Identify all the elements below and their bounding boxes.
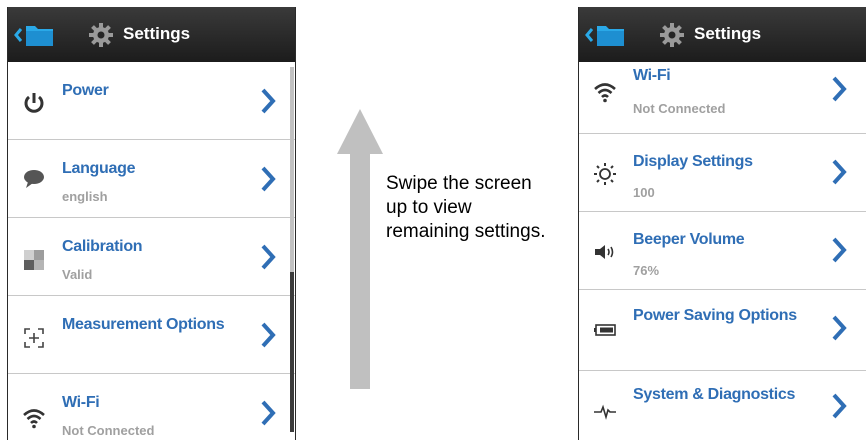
- chevron-right-icon: [260, 88, 276, 114]
- power-icon: [22, 91, 46, 115]
- settings-item-wifi[interactable]: Wi-Fi Not Connected: [579, 54, 866, 134]
- back-folder-icon: [585, 26, 624, 46]
- scrollbar[interactable]: [290, 67, 294, 432]
- back-folder-button[interactable]: [585, 21, 629, 49]
- settings-item-value: 76%: [633, 263, 660, 278]
- gear-icon: [88, 22, 114, 48]
- settings-item-label: Power: [62, 82, 109, 99]
- chevron-right-icon: [260, 400, 276, 426]
- settings-item-value: 100: [633, 185, 655, 200]
- back-folder-button[interactable]: [14, 21, 58, 49]
- brightness-icon: [593, 162, 617, 186]
- scrollbar-track-upper: [290, 67, 294, 272]
- chevron-right-icon: [831, 393, 847, 419]
- settings-item-label: Display Settings: [633, 153, 753, 170]
- settings-item-label: Language: [62, 160, 136, 177]
- settings-item-system-diagnostics[interactable]: System & Diagnostics: [579, 371, 866, 440]
- settings-item-value: Not Connected: [633, 101, 726, 116]
- settings-item-beeper-volume[interactable]: Beeper Volume 76%: [579, 212, 866, 290]
- wifi-icon: [593, 80, 617, 104]
- settings-item-value: Not Connected: [62, 423, 155, 438]
- battery-icon: [593, 318, 617, 342]
- settings-item-value: Valid: [62, 267, 93, 282]
- settings-screen-before-swipe: Settings Power Language english Calibrat…: [7, 7, 296, 440]
- page-title: Settings: [123, 24, 191, 43]
- settings-item-power[interactable]: Power: [8, 62, 295, 140]
- chevron-right-icon: [260, 244, 276, 270]
- settings-item-label: Calibration: [62, 238, 143, 255]
- swipe-instruction-text: Swipe the screen up to view remaining se…: [386, 173, 546, 242]
- scrollbar-thumb[interactable]: [290, 272, 294, 432]
- settings-item-label: System & Diagnostics: [633, 386, 796, 403]
- chevron-right-icon: [831, 315, 847, 341]
- settings-item-power-saving-options[interactable]: Power Saving Options: [579, 290, 866, 371]
- swipe-up-arrow-icon: [336, 109, 384, 389]
- settings-item-wifi[interactable]: Wi-Fi Not Connected: [8, 374, 295, 440]
- chevron-right-icon: [831, 159, 847, 185]
- back-folder-icon: [14, 26, 53, 46]
- chevron-right-icon: [831, 76, 847, 102]
- settings-item-label: Wi-Fi: [633, 67, 671, 84]
- settings-item-label: Wi-Fi: [62, 394, 100, 411]
- speaker-icon: [593, 240, 617, 264]
- settings-item-display-settings[interactable]: Display Settings 100: [579, 134, 866, 212]
- chevron-right-icon: [831, 237, 847, 263]
- settings-item-label: Beeper Volume: [633, 231, 745, 248]
- settings-item-label: Measurement Options: [62, 316, 225, 333]
- settings-item-language[interactable]: Language english: [8, 140, 295, 218]
- settings-screen-after-swipe: Settings Wi-Fi Not Connected Display Set…: [578, 7, 866, 440]
- speech-bubble-icon: [22, 167, 46, 191]
- wifi-icon: [22, 406, 46, 430]
- pulse-icon: [593, 398, 617, 422]
- chevron-right-icon: [260, 166, 276, 192]
- settings-item-label: Power Saving Options: [633, 307, 797, 324]
- calibration-icon: [22, 248, 46, 272]
- settings-item-calibration[interactable]: Calibration Valid: [8, 218, 295, 296]
- settings-item-value: english: [62, 189, 108, 204]
- gear-icon: [659, 22, 685, 48]
- page-title: Settings: [694, 24, 762, 43]
- top-bar: Settings: [8, 7, 295, 62]
- settings-item-measurement-options[interactable]: Measurement Options: [8, 296, 295, 374]
- crosshair-icon: [22, 326, 46, 350]
- chevron-right-icon: [260, 322, 276, 348]
